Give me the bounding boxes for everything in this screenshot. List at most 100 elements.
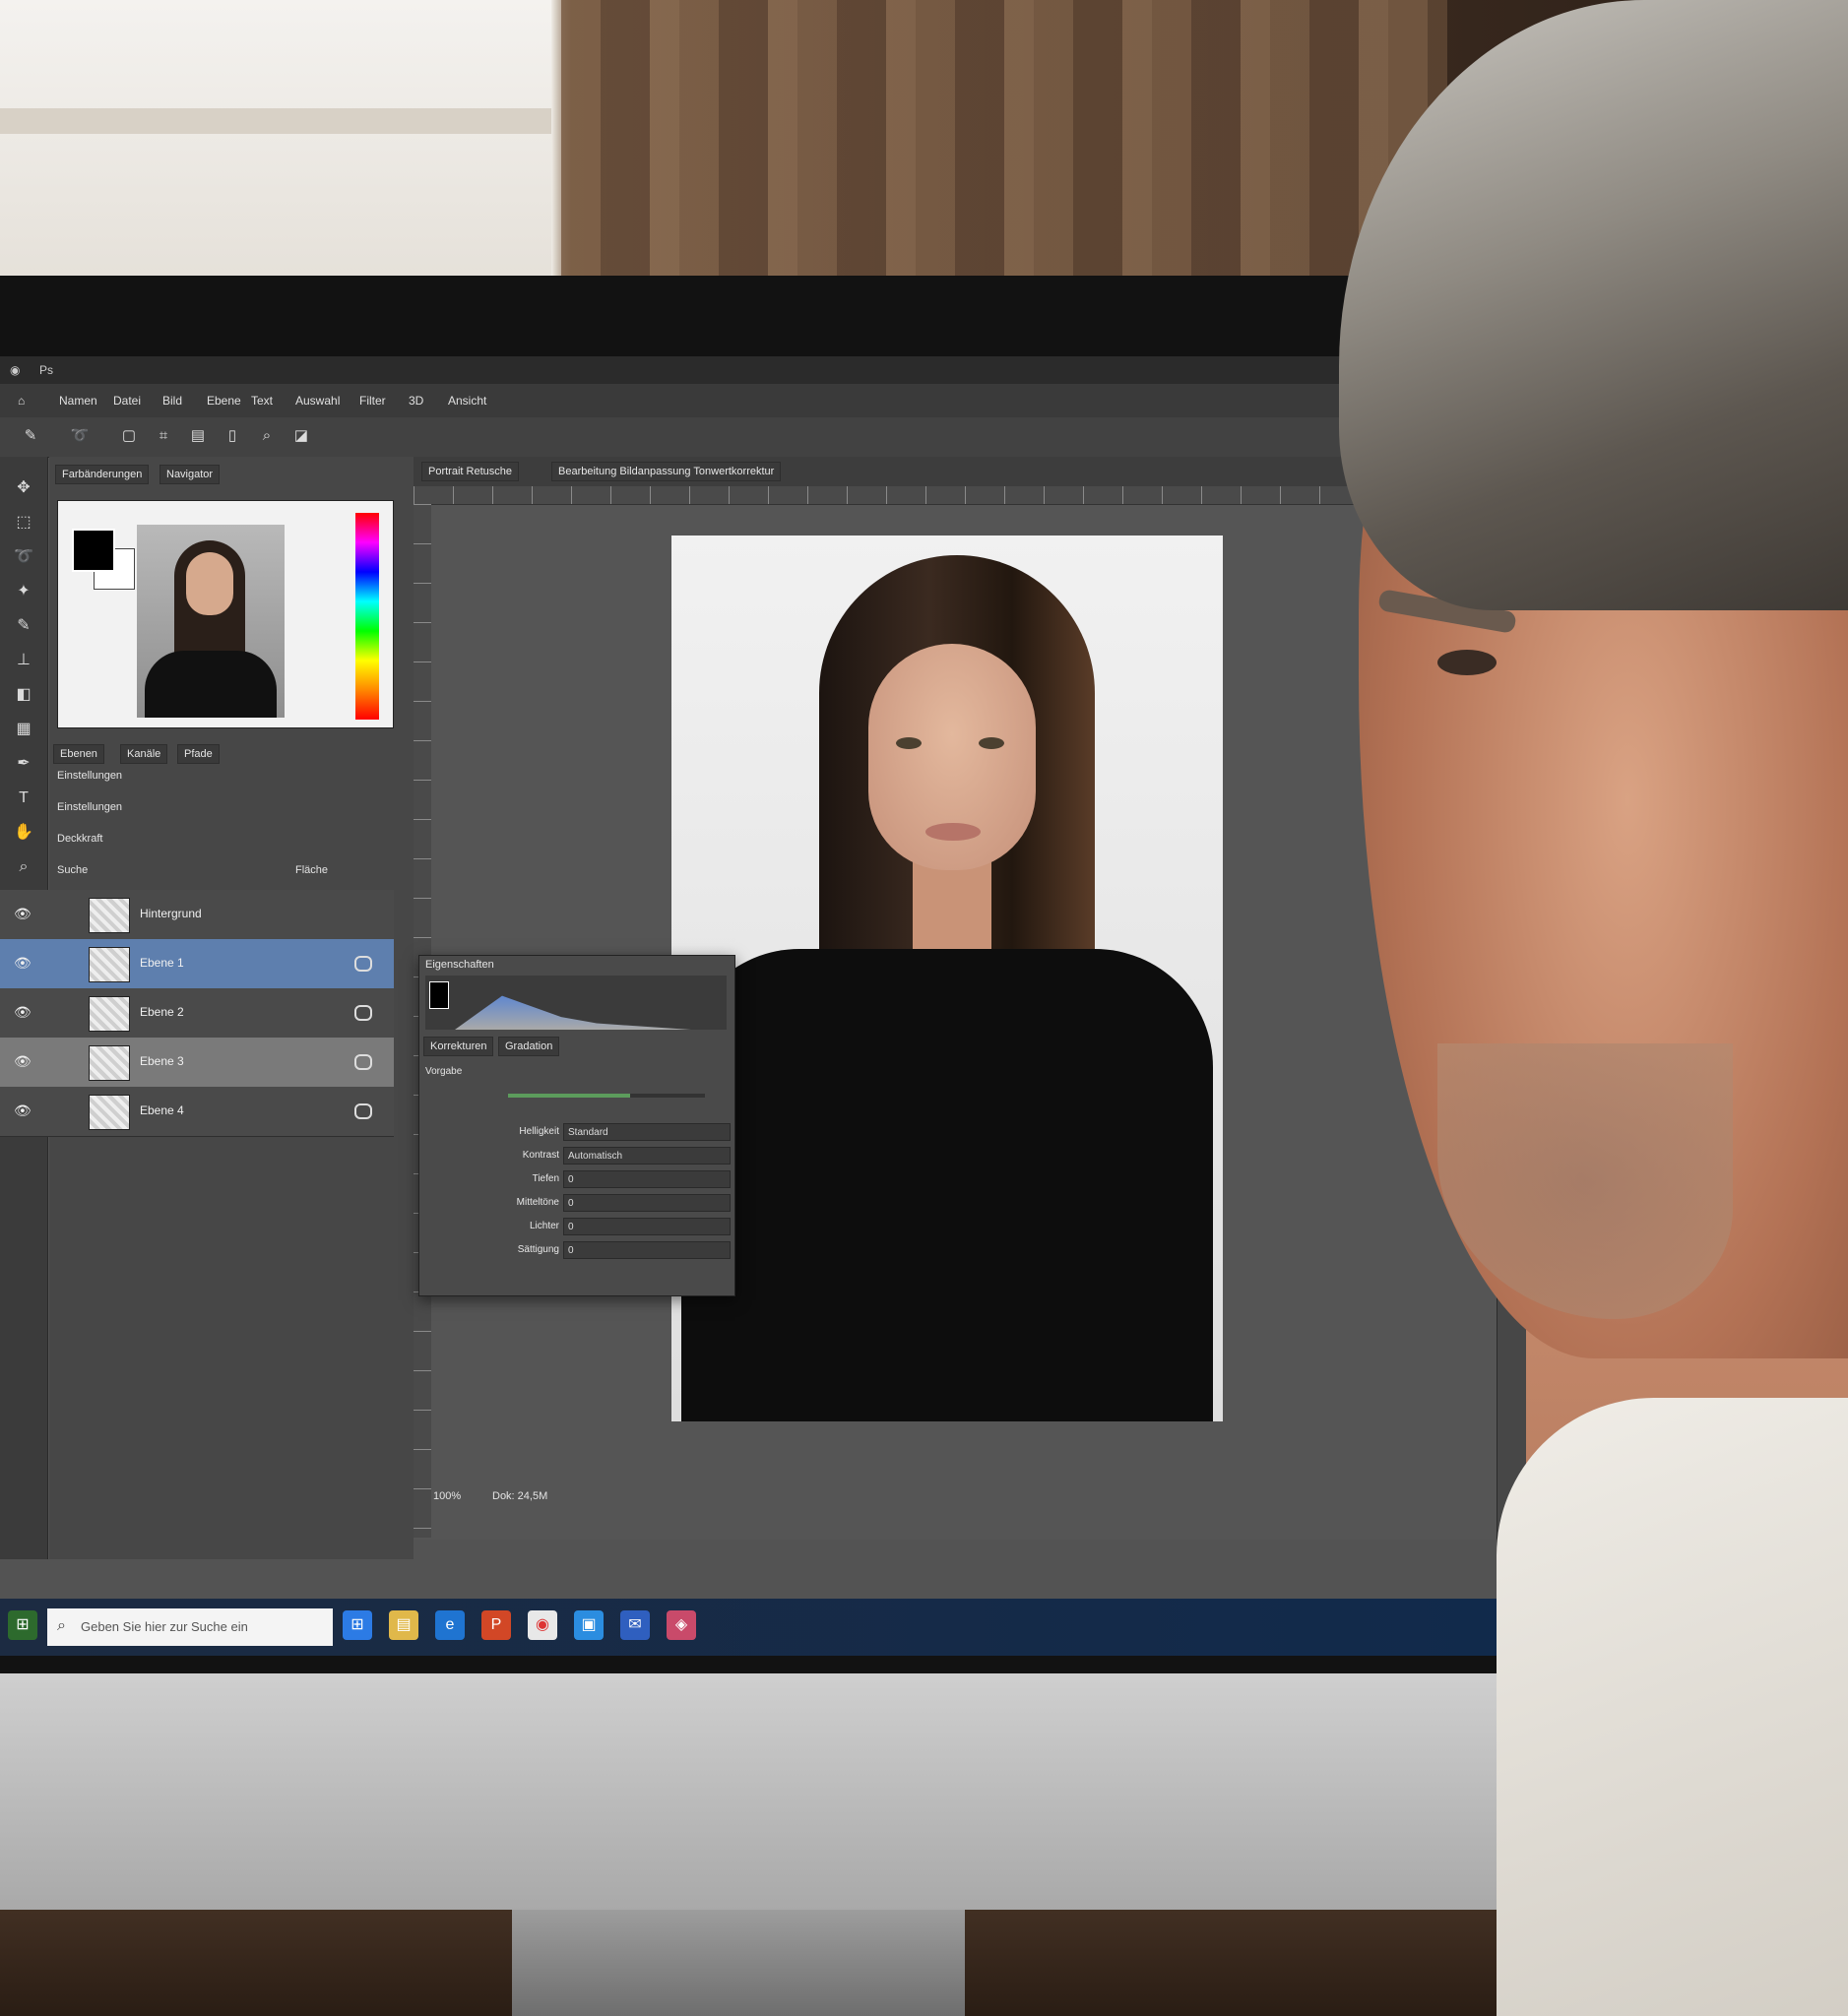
- tab-layers[interactable]: Ebenen: [53, 744, 104, 764]
- edge-icon[interactable]: e: [435, 1610, 465, 1640]
- layer-name: Ebene 3: [140, 1054, 184, 1068]
- document-icon[interactable]: ▯: [222, 425, 243, 447]
- tab-document[interactable]: Bearbeitung Bildanpassung Tonwertkorrekt…: [551, 462, 782, 481]
- search-icon: ⌕: [57, 1617, 66, 1634]
- photos-icon[interactable]: ◈: [667, 1610, 696, 1640]
- layer-row[interactable]: 👁 Hintergrund: [0, 890, 394, 940]
- windows-icon[interactable]: ⊞: [343, 1610, 372, 1640]
- adjustment-slider[interactable]: [508, 1094, 705, 1098]
- tab-corrections[interactable]: Korrekturen: [423, 1037, 494, 1056]
- marquee-tool-icon[interactable]: ⬚: [12, 511, 35, 535]
- tab-document[interactable]: Portrait Retusche: [421, 462, 519, 481]
- monitor-stand: [512, 1910, 965, 2016]
- slider-fill: [508, 1094, 630, 1098]
- property-value[interactable]: 0: [563, 1241, 731, 1259]
- layer-row[interactable]: 👁 Ebene 3: [0, 1038, 394, 1088]
- layer-name: Ebene 4: [140, 1103, 184, 1117]
- mail-icon[interactable]: ✉: [620, 1610, 650, 1640]
- taskbar-search[interactable]: ⌕ Geben Sie hier zur Suche ein: [47, 1608, 333, 1646]
- layer-row[interactable]: 👁 Ebene 4: [0, 1087, 394, 1137]
- visibility-eye-icon[interactable]: 👁: [14, 906, 33, 923]
- gradient-tool-icon[interactable]: ▦: [12, 718, 35, 741]
- menu-item[interactable]: Auswahl: [295, 394, 340, 408]
- layer-row[interactable]: 👁 Ebene 1: [0, 939, 394, 989]
- lasso-tool-icon[interactable]: ➰: [12, 545, 35, 569]
- pen-tool-icon[interactable]: ✒: [12, 752, 35, 776]
- brush-icon[interactable]: ✎: [20, 425, 41, 447]
- link-icon[interactable]: [354, 956, 372, 972]
- tab-navigator[interactable]: Navigator: [159, 465, 221, 484]
- property-label: Tiefen: [532, 1173, 559, 1184]
- transform-icon[interactable]: ◪: [290, 425, 312, 447]
- crop-icon[interactable]: ⌗: [153, 425, 174, 447]
- visibility-eye-icon[interactable]: 👁: [14, 1102, 33, 1120]
- tab-channels[interactable]: Kanäle: [120, 744, 168, 764]
- menu-item[interactable]: Namen: [59, 394, 97, 408]
- zoom-icon[interactable]: ⌕: [256, 425, 278, 447]
- properties-panel: Eigenschaften Korrekturen Gradation Vorg…: [418, 955, 735, 1296]
- powerpoint-icon[interactable]: P: [481, 1610, 511, 1640]
- chrome-icon[interactable]: ◉: [528, 1610, 557, 1640]
- zoom-tool-icon[interactable]: ⌕: [12, 855, 35, 879]
- property-row: Helligkeit Standard: [423, 1123, 731, 1143]
- layer-thumbnail: [89, 1045, 130, 1081]
- menu-item[interactable]: Datei: [113, 394, 141, 408]
- menu-item[interactable]: Filter: [359, 394, 386, 408]
- man-shirt: [1497, 1398, 1848, 2016]
- opacity-label: Deckkraft: [57, 833, 103, 845]
- zoom-level: 100%: [433, 1490, 462, 1502]
- visibility-eye-icon[interactable]: 👁: [14, 1004, 33, 1022]
- eraser-tool-icon[interactable]: ◧: [12, 683, 35, 707]
- explorer-icon[interactable]: ▤: [389, 1610, 418, 1640]
- link-icon[interactable]: [354, 1054, 372, 1070]
- search-label: Suche: [57, 864, 89, 876]
- move-tool-icon[interactable]: ✥: [12, 476, 35, 500]
- thumbnail-face: [186, 552, 233, 615]
- color-spectrum[interactable]: [355, 513, 379, 720]
- layer-name: Hintergrund: [140, 907, 202, 920]
- black-point-swatch[interactable]: [429, 981, 449, 1009]
- visibility-eye-icon[interactable]: 👁: [14, 955, 33, 973]
- lasso-icon[interactable]: ➰: [69, 425, 91, 447]
- menu-home-icon[interactable]: ⌂: [18, 394, 25, 408]
- hand-tool-icon[interactable]: ✋: [12, 821, 35, 845]
- property-value[interactable]: 0: [563, 1194, 731, 1212]
- portrait-eye-left: [896, 737, 922, 749]
- preset-label: Vorgabe: [425, 1066, 463, 1077]
- store-icon[interactable]: ▣: [574, 1610, 604, 1640]
- property-value[interactable]: 0: [563, 1170, 731, 1188]
- stamp-tool-icon[interactable]: ⊥: [12, 649, 35, 672]
- text-tool-icon[interactable]: T: [12, 787, 35, 810]
- tab-color[interactable]: Farbänderungen: [55, 465, 150, 484]
- tab-curves[interactable]: Gradation: [498, 1037, 560, 1056]
- subheading: Einstellungen: [57, 770, 123, 782]
- magic-wand-icon[interactable]: ✦: [12, 580, 35, 603]
- foreground-color-swatch[interactable]: [72, 529, 115, 572]
- status-text: Dok: 24,5M: [492, 1490, 548, 1502]
- menu-item[interactable]: Ansicht: [448, 394, 486, 408]
- property-label: Helligkeit: [519, 1126, 559, 1137]
- start-icon[interactable]: ⊞: [8, 1610, 37, 1640]
- layers-icon[interactable]: ▤: [187, 425, 209, 447]
- property-value[interactable]: Standard: [563, 1123, 731, 1141]
- menu-item[interactable]: Ebene: [207, 394, 241, 408]
- property-value[interactable]: Automatisch: [563, 1147, 731, 1165]
- shape-icon[interactable]: ▢: [118, 425, 140, 447]
- menu-item[interactable]: Bild: [162, 394, 182, 408]
- property-value[interactable]: 0: [563, 1218, 731, 1235]
- link-icon[interactable]: [354, 1103, 372, 1119]
- layer-row[interactable]: 👁 Ebene 2: [0, 988, 394, 1039]
- thumbnail-body: [145, 651, 277, 718]
- fill-label: Fläche: [295, 864, 329, 876]
- property-row: Lichter 0: [423, 1218, 731, 1237]
- image-canvas[interactable]: [671, 536, 1223, 1421]
- tab-paths[interactable]: Pfade: [177, 744, 220, 764]
- menu-item[interactable]: Text: [251, 394, 273, 408]
- visibility-eye-icon[interactable]: 👁: [14, 1053, 33, 1071]
- property-label: Sättigung: [517, 1244, 559, 1255]
- histogram: [425, 976, 727, 1030]
- menu-item[interactable]: 3D: [409, 394, 423, 408]
- layers-list: 👁 Hintergrund 👁 Ebene 1 👁 Ebene 2 👁 Eben…: [0, 890, 414, 1146]
- link-icon[interactable]: [354, 1005, 372, 1021]
- brush-tool-icon[interactable]: ✎: [12, 614, 35, 638]
